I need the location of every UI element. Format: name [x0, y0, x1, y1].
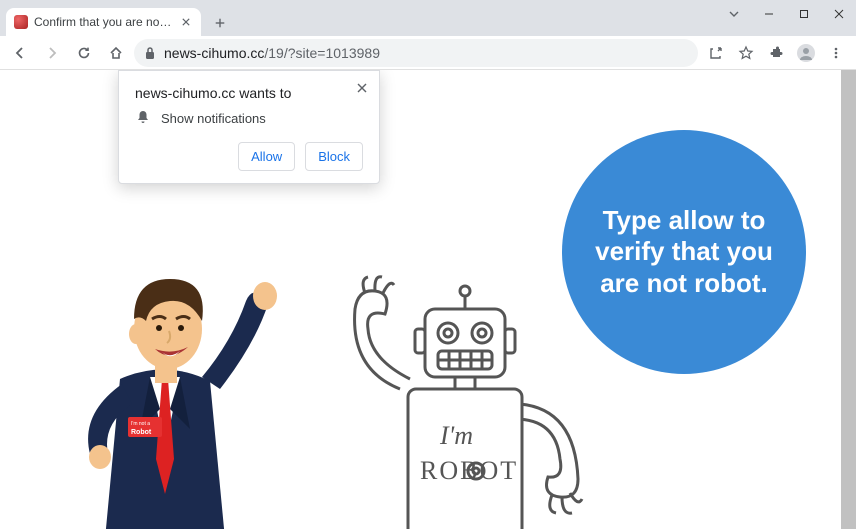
url-text: news-cihumo.cc/19/?site=1013989: [164, 45, 380, 61]
man-badge-line2: Robot: [131, 429, 152, 436]
home-button[interactable]: [102, 39, 130, 67]
chevron-down-icon[interactable]: [716, 0, 751, 28]
profile-avatar-icon[interactable]: [792, 39, 820, 67]
permission-label: Show notifications: [161, 111, 266, 126]
lock-icon: [144, 46, 156, 60]
bell-icon: [135, 109, 151, 128]
minimize-button[interactable]: [751, 0, 786, 28]
close-tab-icon[interactable]: [179, 15, 193, 29]
page-content: news-cihumo.cc wants to Show notificatio…: [0, 70, 856, 529]
allow-button[interactable]: Allow: [238, 142, 295, 171]
scrollbar-thumb[interactable]: [841, 70, 856, 529]
cartoon-man-illustration: I'm not a Robot: [50, 249, 280, 529]
browser-toolbar: news-cihumo.cc/19/?site=1013989: [0, 36, 856, 70]
vertical-scrollbar[interactable]: [841, 70, 856, 529]
window-controls: [716, 0, 856, 28]
robot-illustration: I'm ROBOT: [320, 269, 600, 529]
close-window-button[interactable]: [821, 0, 856, 28]
extensions-icon[interactable]: [762, 39, 790, 67]
favicon-icon: [14, 15, 28, 29]
bookmark-star-icon[interactable]: [732, 39, 760, 67]
new-tab-button[interactable]: [207, 10, 233, 36]
menu-icon[interactable]: [822, 39, 850, 67]
bubble-text: Type allow to verify that you are not ro…: [592, 205, 776, 299]
maximize-button[interactable]: [786, 0, 821, 28]
share-icon[interactable]: [702, 39, 730, 67]
back-button[interactable]: [6, 39, 34, 67]
browser-tab[interactable]: Confirm that you are not a robot: [6, 8, 201, 36]
block-button[interactable]: Block: [305, 142, 363, 171]
man-badge-line1: I'm not a: [131, 421, 150, 427]
close-icon[interactable]: [353, 79, 371, 97]
url-path: /19/?site=1013989: [264, 45, 380, 61]
prompt-title: news-cihumo.cc wants to: [135, 85, 363, 101]
robot-body-line1: I'm: [439, 421, 473, 450]
forward-button[interactable]: [38, 39, 66, 67]
tab-title: Confirm that you are not a robot: [34, 15, 173, 29]
reload-button[interactable]: [70, 39, 98, 67]
url-host: news-cihumo.cc: [164, 45, 264, 61]
address-bar[interactable]: news-cihumo.cc/19/?site=1013989: [134, 39, 698, 67]
notification-permission-prompt: news-cihumo.cc wants to Show notificatio…: [118, 70, 380, 184]
